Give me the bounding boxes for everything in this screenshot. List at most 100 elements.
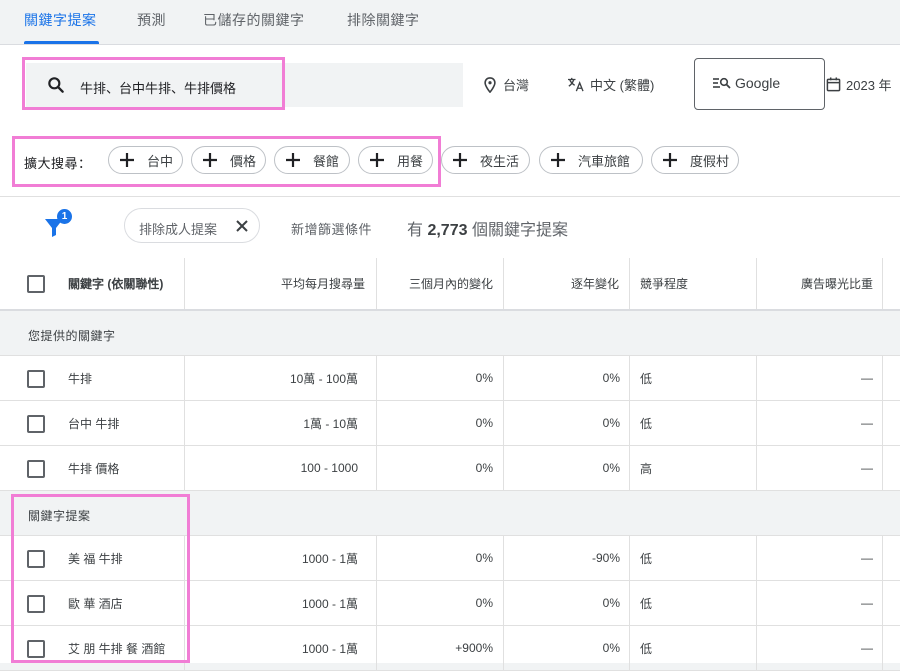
chip-label: 汽車旅館	[578, 153, 631, 169]
row-checkbox[interactable]	[27, 640, 45, 658]
location-selector[interactable]: 台灣	[483, 75, 529, 94]
row-checkbox[interactable]	[27, 550, 45, 568]
row-checkbox[interactable]	[27, 370, 45, 388]
tab-bar: 關鍵字提案 預測 已儲存的關鍵字 排除關鍵字	[0, 0, 900, 45]
yoy-cell: 0%	[602, 596, 620, 610]
group-label-provided: 您提供的關鍵字	[28, 329, 116, 343]
chip-dining[interactable]: 用餐	[358, 146, 433, 174]
volume-cell: 10萬 - 100萬	[289, 371, 358, 386]
three-month-cell: 0%	[475, 596, 493, 610]
keyword-cell: 牛排 價格	[68, 461, 120, 476]
chip-resort[interactable]: 度假村	[651, 146, 739, 174]
chip-label: 用餐	[397, 153, 424, 169]
select-all-checkbox[interactable]	[27, 275, 45, 293]
competition-cell: 低	[640, 416, 653, 431]
column-avg-monthly-searches[interactable]: 平均每月搜尋量	[185, 258, 365, 309]
chip-nightlife[interactable]: 夜生活	[441, 146, 530, 174]
chip-taichung[interactable]: 台中	[108, 146, 183, 174]
language-selector[interactable]: 中文 (繁體)	[567, 75, 654, 94]
group-row-ideas: 關鍵字提案	[0, 491, 900, 536]
yoy-cell: 0%	[602, 416, 620, 430]
volume-cell: 1000 - 1萬	[301, 596, 358, 611]
chip-label: 度假村	[690, 153, 730, 169]
chip-motel[interactable]: 汽車旅館	[539, 146, 643, 174]
group-row-provided: 您提供的關鍵字	[0, 311, 900, 356]
column-yoy-change[interactable]: 逐年變化	[504, 258, 619, 309]
chip-restaurant[interactable]: 餐館	[274, 146, 350, 174]
column-ad-impression-share[interactable]: 廣告曝光比重	[757, 258, 873, 309]
keyword-cell: 美 福 牛排	[68, 551, 123, 566]
table-row: 艾 朋 牛排 餐 酒館 1000 - 1萬 +900% 0% 低 —	[0, 626, 900, 671]
plus-icon	[120, 153, 134, 167]
filter-button[interactable]: 1	[44, 209, 74, 239]
row-checkbox[interactable]	[27, 415, 45, 433]
tab-forecast[interactable]: 預測	[137, 10, 166, 30]
table-row: 歐 華 酒店 1000 - 1萬 0% 0% 低 —	[0, 581, 900, 626]
language-label: 中文 (繁體)	[590, 78, 655, 93]
search-input[interactable]: 牛排、台中牛排、牛排價格	[26, 63, 463, 107]
plus-icon	[453, 153, 467, 167]
impression-share-cell: —	[861, 641, 873, 655]
count-suffix: 個關鍵字提案	[467, 222, 568, 239]
search-network-icon	[713, 77, 731, 89]
location-pin-icon	[484, 76, 496, 93]
table-header-row: 關鍵字 (依關聯性) 平均每月搜尋量 三個月內的變化 逐年變化 競爭程度 廣告曝…	[0, 258, 900, 311]
chip-label: 價格	[230, 153, 257, 169]
plus-icon	[286, 153, 300, 167]
chip-label: 餐館	[313, 153, 340, 169]
exclude-adult-chip[interactable]: 排除成人提案	[124, 208, 260, 243]
table-row: 美 福 牛排 1000 - 1萬 0% -90% 低 —	[0, 536, 900, 581]
table-row: 牛排 價格 100 - 1000 0% 0% 高 —	[0, 446, 900, 491]
chip-label: 台中	[147, 153, 174, 169]
search-query: 牛排、台中牛排、牛排價格	[80, 81, 237, 96]
network-selector[interactable]: Google	[694, 58, 825, 110]
competition-cell: 低	[640, 596, 653, 611]
location-label: 台灣	[503, 78, 530, 93]
yoy-cell: 0%	[602, 641, 620, 655]
competition-cell: 低	[640, 371, 653, 386]
table-row: 牛排 10萬 - 100萬 0% 0% 低 —	[0, 356, 900, 401]
yoy-cell: -90%	[591, 551, 620, 565]
keyword-cell: 牛排	[68, 371, 93, 386]
impression-share-cell: —	[861, 596, 873, 610]
three-month-cell: +900%	[455, 641, 493, 655]
impression-share-cell: —	[861, 416, 873, 430]
add-filter-link[interactable]: 新增篩選條件	[291, 219, 372, 238]
three-month-cell: 0%	[475, 371, 493, 385]
column-three-month-change[interactable]: 三個月內的變化	[377, 258, 493, 309]
expand-search-label: 擴大搜尋：	[24, 156, 92, 171]
row-checkbox[interactable]	[27, 460, 45, 478]
volume-cell: 1萬 - 10萬	[303, 416, 358, 431]
group-label-ideas: 關鍵字提案	[28, 509, 91, 523]
filter-count-badge: 1	[57, 209, 72, 224]
chip-price[interactable]: 價格	[191, 146, 266, 174]
chip-label: 夜生活	[480, 153, 520, 169]
row-checkbox[interactable]	[27, 595, 45, 613]
impression-share-cell: —	[861, 371, 873, 385]
main-panel: 牛排、台中牛排、牛排價格 台灣 中文 (繁體) Google 2023 年 擴大…	[0, 45, 900, 671]
keyword-cell: 台中 牛排	[68, 416, 120, 431]
competition-cell: 低	[640, 641, 653, 656]
keyword-cell: 艾 朋 牛排 餐 酒館	[68, 641, 166, 656]
close-icon[interactable]	[235, 219, 249, 233]
tab-negative-keywords[interactable]: 排除關鍵字	[347, 10, 420, 30]
count-value: 2,773	[427, 222, 468, 239]
impression-share-cell: —	[861, 461, 873, 475]
column-keyword[interactable]: 關鍵字 (依關聯性)	[68, 258, 183, 309]
yoy-cell: 0%	[602, 461, 620, 475]
three-month-cell: 0%	[475, 416, 493, 430]
column-competition[interactable]: 競爭程度	[640, 258, 750, 309]
three-month-cell: 0%	[475, 461, 493, 475]
plus-icon	[370, 153, 384, 167]
volume-cell: 1000 - 1萬	[301, 641, 358, 656]
tab-saved-keywords[interactable]: 已儲存的關鍵字	[203, 10, 305, 30]
volume-cell: 1000 - 1萬	[301, 551, 358, 566]
competition-cell: 低	[640, 551, 653, 566]
tab-keyword-ideas[interactable]: 關鍵字提案	[24, 10, 97, 30]
plus-icon	[551, 153, 565, 167]
date-range-selector[interactable]: 2023 年	[826, 75, 892, 94]
keyword-cell: 歐 華 酒店	[68, 596, 123, 611]
search-icon	[48, 77, 64, 93]
active-tab-indicator	[24, 41, 99, 44]
keyword-count: 有 2,773 個關鍵字提案	[407, 216, 568, 240]
